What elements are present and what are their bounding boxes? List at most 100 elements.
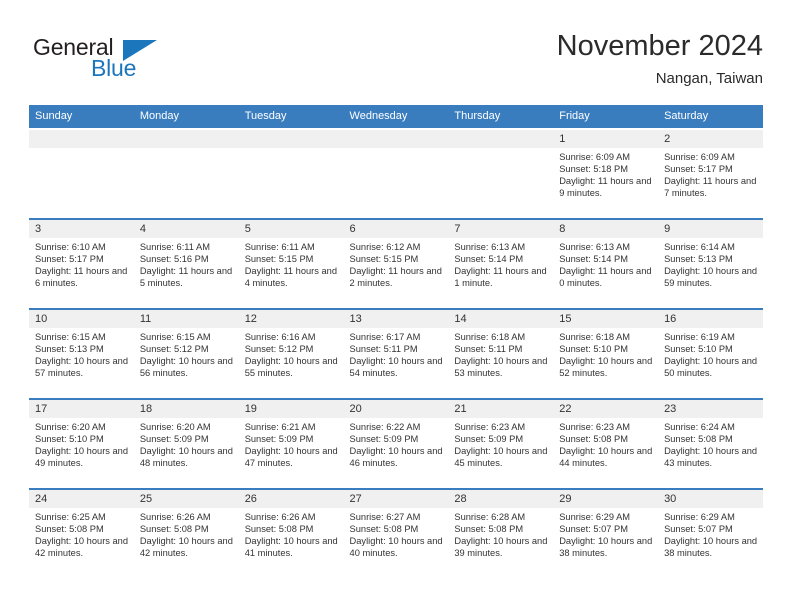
calendar-body: 1 Sunrise: 6:09 AM Sunset: 5:18 PM Daylight… [29, 128, 763, 578]
day-number [448, 130, 554, 148]
calendar-cell-day[interactable]: 9 Sunrise: 6:14 AM Sunset: 5:13 PM Daylight… [658, 218, 763, 308]
page-title: November 2024 [556, 30, 763, 62]
day-number: 28 [448, 490, 554, 508]
calendar-cell-day[interactable]: 1 Sunrise: 6:09 AM Sunset: 5:18 PM Daylight… [553, 128, 659, 218]
day-details: Sunrise: 6:11 AM Sunset: 5:15 PM Daylight:… [239, 238, 344, 289]
calendar-cell-day[interactable]: 24 Sunrise: 6:25 AM Sunset: 5:08 PM Dayligh… [29, 488, 134, 578]
day-cell-inner [133, 128, 239, 218]
day-cell-inner: 4 Sunrise: 6:11 AM Sunset: 5:16 PM Daylight… [133, 218, 239, 308]
sunrise-text: Sunrise: 6:26 AM [139, 512, 211, 522]
day-number: 12 [238, 310, 344, 328]
calendar-cell-day[interactable]: 7 Sunrise: 6:13 AM Sunset: 5:14 PM Daylight… [448, 218, 554, 308]
day-details: Sunrise: 6:24 AM Sunset: 5:08 PM Daylight:… [658, 418, 763, 469]
day-number: 21 [448, 400, 554, 418]
daylight-text: Daylight: 11 hours and 9 minutes. [559, 176, 652, 199]
day-number: 13 [343, 310, 449, 328]
weekday-header-friday: Friday [553, 105, 659, 128]
calendar-cell-day[interactable]: 4 Sunrise: 6:11 AM Sunset: 5:16 PM Daylight… [133, 218, 239, 308]
calendar-cell-empty [448, 128, 554, 218]
calendar-cell-day[interactable]: 25 Sunrise: 6:26 AM Sunset: 5:08 PM Dayligh… [133, 488, 239, 578]
sunrise-text: Sunrise: 6:18 AM [559, 332, 631, 342]
day-details: Sunrise: 6:26 AM Sunset: 5:08 PM Daylight:… [134, 508, 239, 559]
calendar-cell-day[interactable]: 18 Sunrise: 6:20 AM Sunset: 5:09 PM Dayligh… [133, 398, 239, 488]
calendar-cell-day[interactable]: 3 Sunrise: 6:10 AM Sunset: 5:17 PM Daylight… [29, 218, 134, 308]
day-cell-inner: 3 Sunrise: 6:10 AM Sunset: 5:17 PM Daylight… [29, 218, 134, 308]
calendar-cell-day[interactable]: 27 Sunrise: 6:27 AM Sunset: 5:08 PM Dayligh… [343, 488, 449, 578]
day-cell-inner: 19 Sunrise: 6:21 AM Sunset: 5:09 PM Dayligh… [238, 398, 344, 488]
day-cell-inner: 10 Sunrise: 6:15 AM Sunset: 5:13 PM Dayligh… [29, 308, 134, 398]
calendar-cell-day[interactable]: 6 Sunrise: 6:12 AM Sunset: 5:15 PM Daylight… [343, 218, 449, 308]
calendar-cell-day[interactable]: 12 Sunrise: 6:16 AM Sunset: 5:12 PM Dayligh… [238, 308, 344, 398]
brand-logo[interactable]: General Blue [29, 28, 289, 90]
day-number: 1 [553, 130, 659, 148]
calendar-cell-day[interactable]: 5 Sunrise: 6:11 AM Sunset: 5:15 PM Daylight… [238, 218, 344, 308]
day-number: 2 [658, 130, 763, 148]
calendar-cell-day[interactable]: 30 Sunrise: 6:29 AM Sunset: 5:07 PM Dayligh… [658, 488, 763, 578]
day-cell-inner: 25 Sunrise: 6:26 AM Sunset: 5:08 PM Dayligh… [133, 488, 239, 578]
calendar-cell-day[interactable]: 10 Sunrise: 6:15 AM Sunset: 5:13 PM Dayligh… [29, 308, 134, 398]
daylight-text: Daylight: 10 hours and 56 minutes. [139, 356, 233, 379]
calendar-cell-day[interactable]: 29 Sunrise: 6:29 AM Sunset: 5:07 PM Dayligh… [553, 488, 659, 578]
day-details: Sunrise: 6:28 AM Sunset: 5:08 PM Daylight:… [448, 508, 553, 559]
sunrise-text: Sunrise: 6:10 AM [35, 242, 106, 252]
calendar-cell-empty [343, 128, 449, 218]
calendar-cell-day[interactable]: 11 Sunrise: 6:15 AM Sunset: 5:12 PM Dayligh… [133, 308, 239, 398]
day-number: 24 [29, 490, 134, 508]
day-number: 10 [29, 310, 134, 328]
sunset-text: Sunset: 5:16 PM [139, 254, 209, 265]
calendar-cell-day[interactable]: 14 Sunrise: 6:18 AM Sunset: 5:11 PM Dayligh… [448, 308, 554, 398]
day-cell-inner: 13 Sunrise: 6:17 AM Sunset: 5:11 PM Dayligh… [343, 308, 449, 398]
day-cell-inner: 14 Sunrise: 6:18 AM Sunset: 5:11 PM Dayligh… [448, 308, 554, 398]
sunset-text: Sunset: 5:11 PM [454, 344, 523, 355]
day-details: Sunrise: 6:13 AM Sunset: 5:14 PM Daylight:… [553, 238, 658, 289]
daylight-text: Daylight: 10 hours and 54 minutes. [349, 356, 443, 379]
sunset-text: Sunset: 5:08 PM [664, 434, 733, 445]
daylight-text: Daylight: 11 hours and 0 minutes. [559, 266, 652, 289]
day-details: Sunrise: 6:20 AM Sunset: 5:09 PM Daylight:… [134, 418, 239, 469]
sunrise-text: Sunrise: 6:20 AM [139, 422, 211, 432]
day-cell-inner: 28 Sunrise: 6:28 AM Sunset: 5:08 PM Dayligh… [448, 488, 554, 578]
calendar-cell-day[interactable]: 8 Sunrise: 6:13 AM Sunset: 5:14 PM Daylight… [553, 218, 659, 308]
sunset-text: Sunset: 5:10 PM [35, 434, 104, 445]
day-number: 7 [448, 220, 554, 238]
day-cell-inner: 22 Sunrise: 6:23 AM Sunset: 5:08 PM Dayligh… [553, 398, 659, 488]
day-number [29, 130, 134, 148]
day-details [448, 148, 553, 151]
calendar-cell-empty [133, 128, 239, 218]
sunrise-text: Sunrise: 6:23 AM [454, 422, 526, 432]
calendar-cell-day[interactable]: 16 Sunrise: 6:19 AM Sunset: 5:10 PM Dayligh… [658, 308, 763, 398]
page-subtitle: Nangan, Taiwan [655, 70, 763, 87]
day-number: 19 [238, 400, 344, 418]
calendar-cell-day[interactable]: 17 Sunrise: 6:20 AM Sunset: 5:10 PM Dayligh… [29, 398, 134, 488]
calendar-cell-day[interactable]: 28 Sunrise: 6:28 AM Sunset: 5:08 PM Dayligh… [448, 488, 554, 578]
calendar-cell-day[interactable]: 2 Sunrise: 6:09 AM Sunset: 5:17 PM Daylight… [658, 128, 763, 218]
sunset-text: Sunset: 5:09 PM [244, 434, 314, 445]
day-number: 30 [658, 490, 763, 508]
calendar-cell-day[interactable]: 22 Sunrise: 6:23 AM Sunset: 5:08 PM Dayligh… [553, 398, 659, 488]
day-number: 15 [553, 310, 659, 328]
calendar-cell-day[interactable]: 26 Sunrise: 6:26 AM Sunset: 5:08 PM Dayligh… [238, 488, 344, 578]
calendar-cell-day[interactable]: 19 Sunrise: 6:21 AM Sunset: 5:09 PM Dayligh… [238, 398, 344, 488]
calendar-cell-day[interactable]: 15 Sunrise: 6:18 AM Sunset: 5:10 PM Dayligh… [553, 308, 659, 398]
sunrise-text: Sunrise: 6:25 AM [35, 512, 106, 522]
calendar-cell-day[interactable]: 13 Sunrise: 6:17 AM Sunset: 5:11 PM Dayligh… [343, 308, 449, 398]
day-details [29, 148, 134, 151]
daylight-text: Daylight: 10 hours and 41 minutes. [244, 536, 338, 559]
sunrise-text: Sunrise: 6:16 AM [244, 332, 316, 342]
sunrise-text: Sunrise: 6:26 AM [244, 512, 316, 522]
calendar-cell-day[interactable]: 20 Sunrise: 6:22 AM Sunset: 5:09 PM Dayligh… [343, 398, 449, 488]
sunrise-text: Sunrise: 6:29 AM [664, 512, 735, 522]
daylight-text: Daylight: 10 hours and 52 minutes. [559, 356, 653, 379]
sunset-text: Sunset: 5:08 PM [349, 524, 419, 535]
day-number: 23 [658, 400, 763, 418]
sunset-text: Sunset: 5:17 PM [664, 164, 733, 175]
sunset-text: Sunset: 5:10 PM [559, 344, 628, 355]
daylight-text: Daylight: 10 hours and 46 minutes. [349, 446, 443, 469]
sunset-text: Sunset: 5:10 PM [664, 344, 733, 355]
calendar-cell-day[interactable]: 23 Sunrise: 6:24 AM Sunset: 5:08 PM Dayligh… [658, 398, 763, 488]
day-details: Sunrise: 6:16 AM Sunset: 5:12 PM Daylight:… [239, 328, 344, 379]
sunrise-text: Sunrise: 6:17 AM [349, 332, 421, 342]
day-cell-inner: 9 Sunrise: 6:14 AM Sunset: 5:13 PM Daylight… [658, 218, 763, 308]
day-cell-inner: 11 Sunrise: 6:15 AM Sunset: 5:12 PM Dayligh… [133, 308, 239, 398]
calendar-cell-day[interactable]: 21 Sunrise: 6:23 AM Sunset: 5:09 PM Dayligh… [448, 398, 554, 488]
